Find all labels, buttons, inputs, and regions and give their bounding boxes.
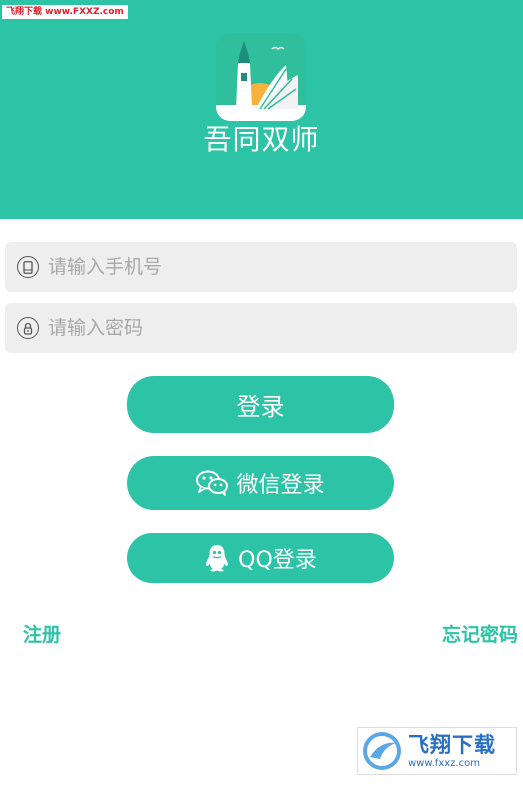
- qq-penguin-icon: [204, 544, 230, 572]
- app-logo: [216, 33, 306, 121]
- watermark-bird-icon: [360, 729, 404, 773]
- password-field[interactable]: [5, 303, 517, 353]
- wechat-icon: [196, 470, 229, 496]
- phone-input[interactable]: [48, 247, 488, 287]
- watermark-url: www.fxxz.com: [408, 758, 480, 769]
- login-button-label: 登录: [236, 393, 285, 421]
- watermark-bottom: 飞翔下载 www.fxxz.com: [357, 727, 517, 775]
- phone-field[interactable]: [5, 242, 517, 292]
- qq-login-button[interactable]: QQ登录: [127, 533, 394, 583]
- password-input[interactable]: [48, 308, 488, 348]
- header-banner: 飞翔下载 www.FXXZ.com 吾同双师: [0, 0, 523, 219]
- watermark-top: 飞翔下载 www.FXXZ.com: [2, 5, 128, 19]
- wechat-login-label: 微信登录: [236, 473, 325, 498]
- lock-icon: [17, 317, 39, 339]
- login-button[interactable]: 登录: [127, 376, 394, 433]
- wechat-login-button[interactable]: 微信登录: [127, 456, 394, 510]
- book-lighthouse-logo-icon: [216, 33, 306, 121]
- app-title: 吾同双师: [203, 123, 320, 156]
- register-link[interactable]: 注册: [23, 620, 61, 647]
- qq-login-label: QQ登录: [238, 548, 317, 573]
- watermark-title: 飞翔下载: [408, 733, 496, 757]
- phone-icon: [17, 256, 39, 278]
- forgot-password-link[interactable]: 忘记密码: [442, 620, 518, 647]
